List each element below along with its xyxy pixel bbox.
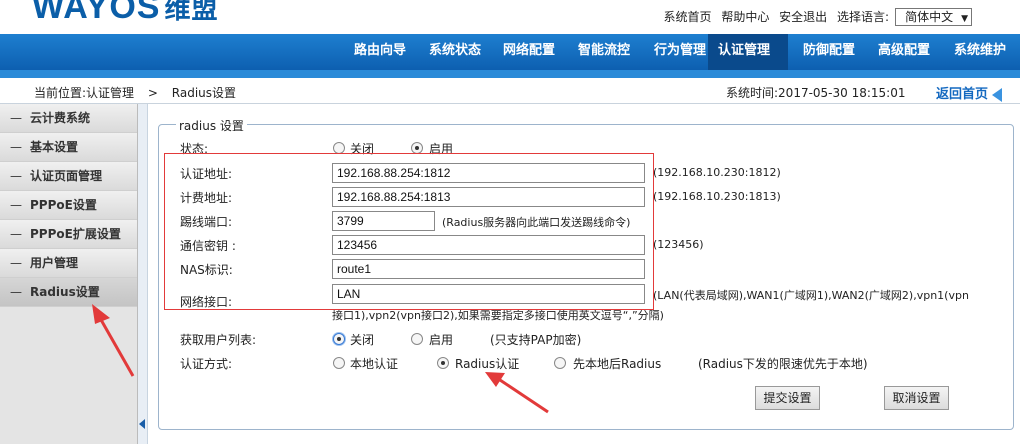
annotation-arrows bbox=[92, 304, 549, 414]
annotation-arrow-sidebar bbox=[92, 304, 135, 377]
annotation-arrow-radius bbox=[485, 372, 549, 414]
